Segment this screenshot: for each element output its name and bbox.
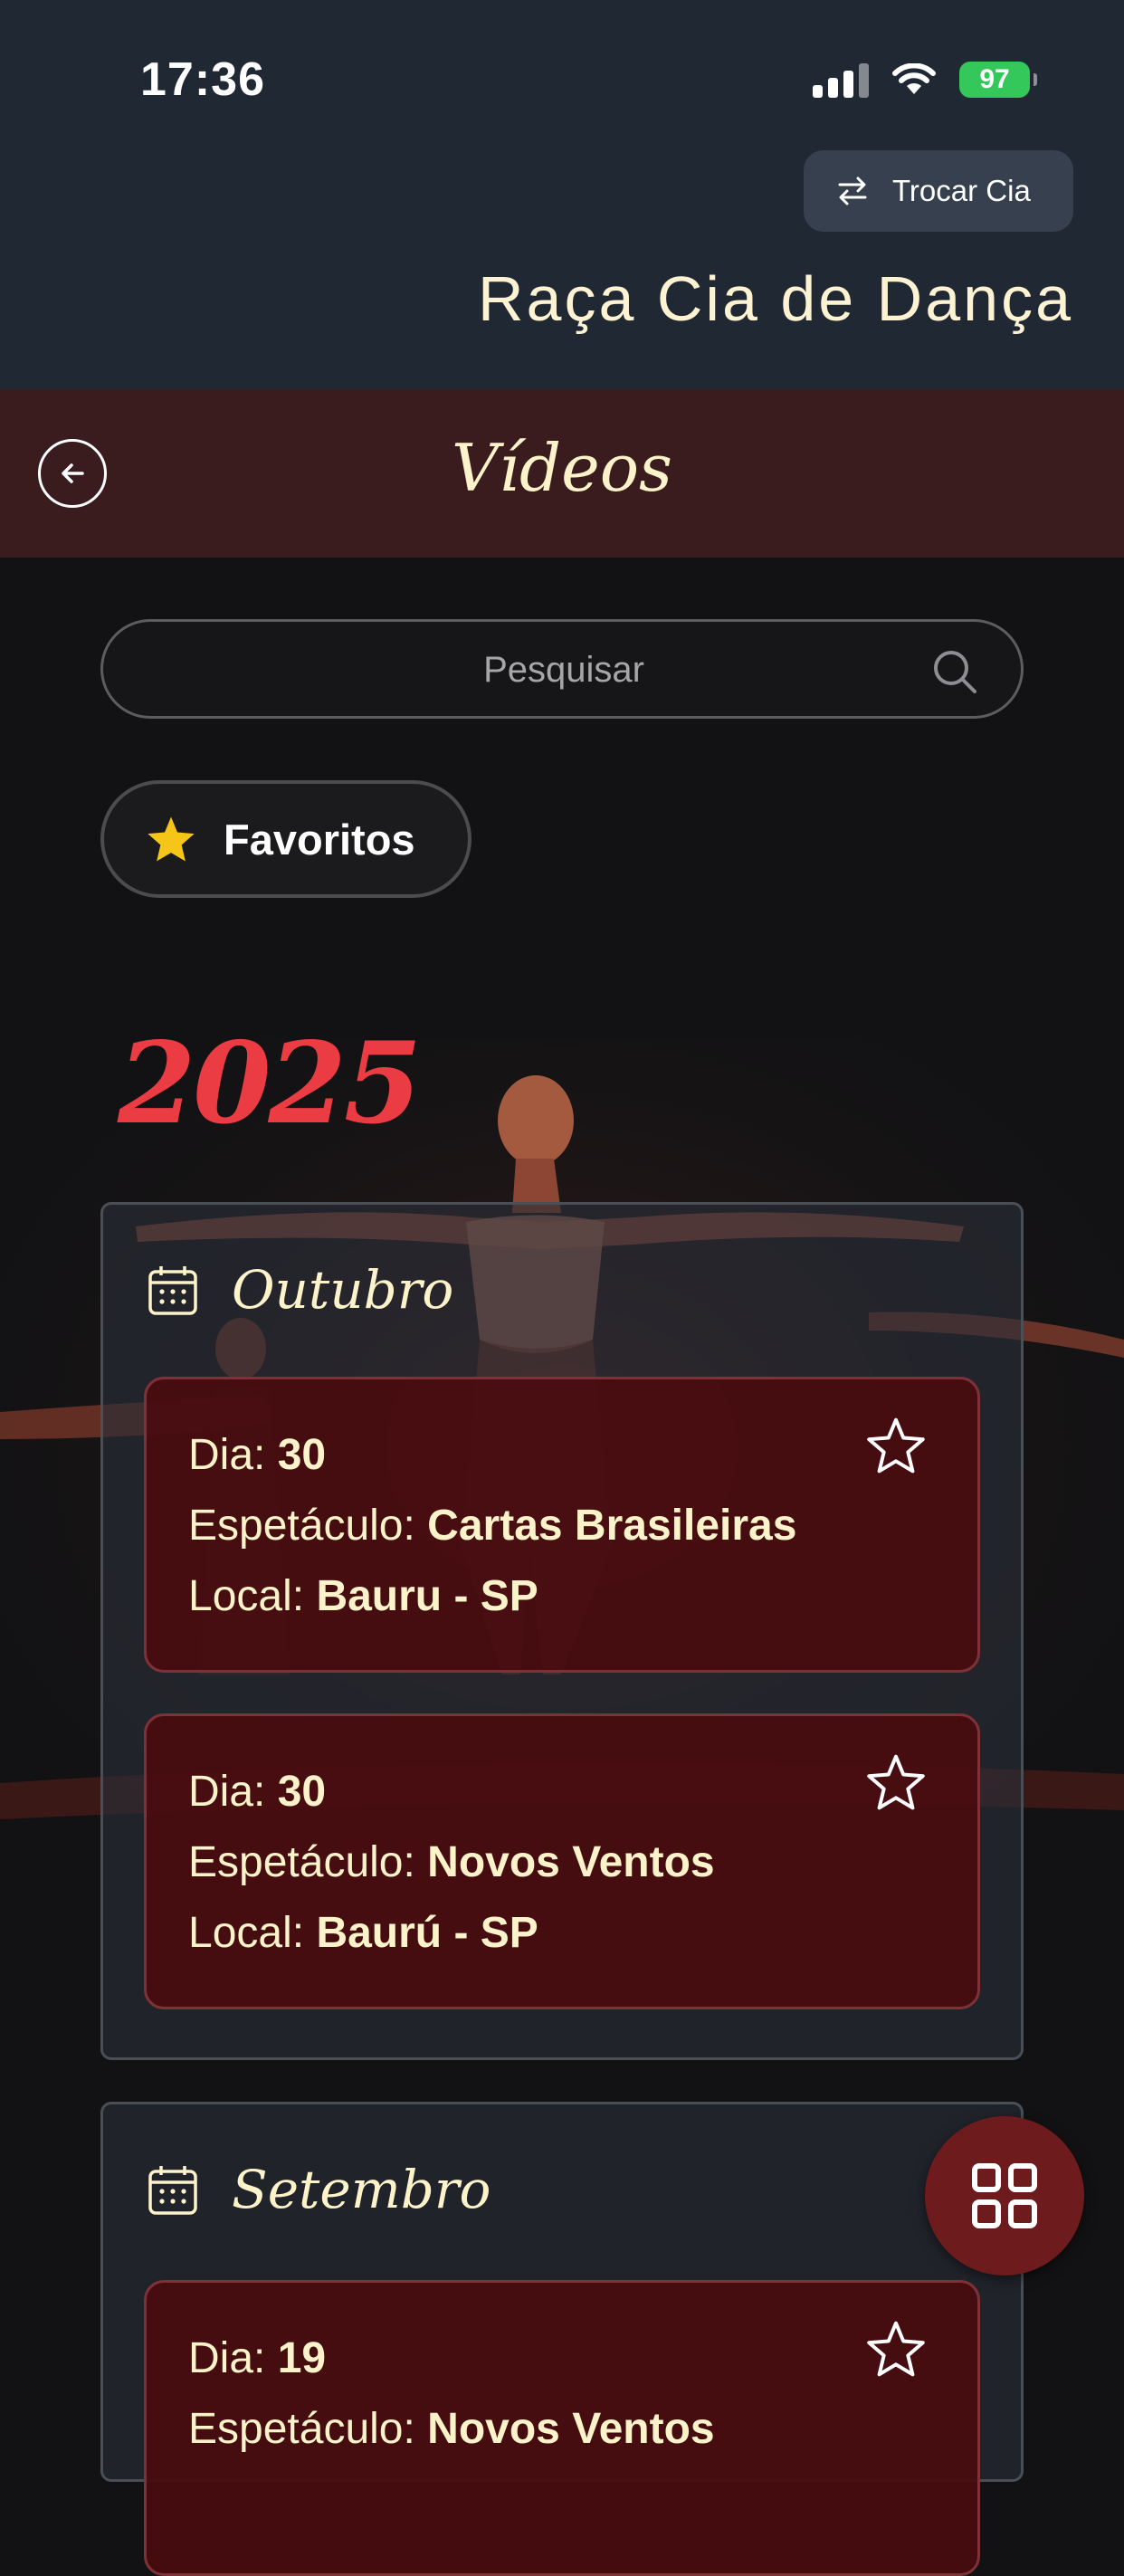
calendar-icon	[147, 2162, 199, 2217]
search-icon[interactable]	[930, 647, 979, 701]
day-value: 30	[277, 1768, 327, 1816]
month-name: Outubro	[232, 1259, 454, 1321]
event-card[interactable]: Dia: 30 Espetáculo: Cartas Brasileiras L…	[144, 1377, 980, 1673]
show-label: Espetáculo:	[188, 1838, 415, 1886]
place-value: Baurú - SP	[316, 1909, 538, 1957]
show-value: Novos Ventos	[427, 1838, 715, 1886]
event-show: Espetáculo: Novos Ventos	[188, 2404, 715, 2454]
status-icons: 97	[813, 62, 1037, 98]
favorite-star-icon[interactable]	[865, 2319, 927, 2390]
day-label: Dia:	[188, 2334, 266, 2382]
event-show: Espetáculo: Novos Ventos	[188, 1837, 715, 1887]
show-label: Espetáculo:	[188, 1502, 415, 1550]
year-heading: 2025	[118, 1018, 422, 1150]
event-place: Local: Bauru - SP	[188, 1571, 538, 1621]
favorite-star-icon[interactable]	[865, 1416, 927, 1486]
month-group: Setembro Dia: 19 Espetáculo: Novos Vento…	[100, 2102, 1024, 2576]
favorites-label: Favoritos	[224, 815, 415, 863]
day-label: Dia:	[188, 1431, 266, 1479]
favorite-star-icon[interactable]	[865, 1752, 927, 1823]
month-header: Outubro	[147, 1259, 453, 1321]
day-value: 19	[277, 2334, 327, 2382]
event-card[interactable]: Dia: 19 Espetáculo: Novos Ventos	[144, 2280, 980, 2576]
swap-icon	[836, 175, 869, 207]
company-name: Raça Cia de Dança	[478, 263, 1073, 334]
show-value: Novos Ventos	[427, 2405, 715, 2453]
show-value: Cartas Brasileiras	[427, 1502, 797, 1550]
switch-company-button[interactable]: Trocar Cia	[804, 150, 1073, 232]
month-group: Outubro Dia: 30 Espetáculo: Cartas Brasi…	[100, 1202, 1024, 2060]
place-label: Local:	[188, 1572, 305, 1620]
event-card[interactable]: Dia: 30 Espetáculo: Novos Ventos Local: …	[144, 1713, 980, 2009]
event-day: Dia: 30	[188, 1430, 326, 1480]
day-value: 30	[277, 1431, 327, 1479]
calendar-icon	[147, 1263, 199, 1317]
day-label: Dia:	[188, 1768, 266, 1816]
menu-grid-button[interactable]	[925, 2116, 1084, 2275]
status-time: 17:36	[140, 53, 265, 106]
switch-company-label: Trocar Cia	[892, 174, 1031, 207]
favorites-filter-button[interactable]: Favoritos	[100, 780, 472, 898]
place-value: Bauru - SP	[316, 1572, 538, 1620]
event-day: Dia: 30	[188, 1767, 326, 1817]
search-input[interactable]	[103, 622, 1024, 718]
event-show: Espetáculo: Cartas Brasileiras	[188, 1501, 796, 1550]
show-label: Espetáculo:	[188, 2405, 415, 2453]
month-name: Setembro	[232, 2159, 491, 2220]
signal-icon	[813, 62, 869, 98]
page-title: Vídeos	[451, 430, 673, 506]
place-label: Local:	[188, 1909, 305, 1957]
event-place: Local: Baurú - SP	[188, 1908, 538, 1958]
star-filled-icon	[146, 815, 196, 863]
wifi-icon	[892, 63, 936, 96]
event-day: Dia: 19	[188, 2333, 326, 2383]
search-field[interactable]	[100, 619, 1024, 719]
battery-icon: 97	[959, 62, 1037, 98]
month-header: Setembro	[147, 2159, 491, 2220]
grid-icon	[971, 2162, 1038, 2229]
